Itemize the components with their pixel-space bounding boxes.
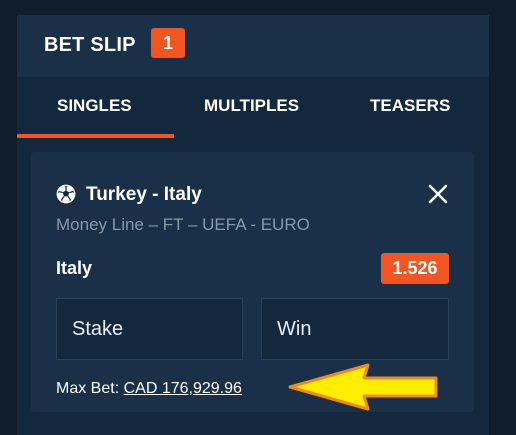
bet-type-tabs: SINGLES MULTIPLES TEASERS (17, 77, 489, 139)
stake-input[interactable] (56, 298, 243, 360)
active-tab-indicator (17, 134, 174, 138)
bet-slip-title: BET SLIP (44, 34, 136, 56)
selection-name: Italy (56, 258, 93, 278)
odds-badge: 1.526 (381, 253, 449, 284)
event-title: Turkey - Italy (86, 184, 202, 205)
market-description: Money Line – FT – UEFA - EURO (56, 215, 310, 234)
bet-slip-header: BET SLIP 1 (17, 15, 489, 77)
tab-multiples[interactable]: MULTIPLES (204, 96, 299, 116)
bet-count-badge: 1 (151, 28, 185, 58)
max-bet-row: Max Bet: CAD 176,929.96 (56, 380, 242, 398)
soccer-ball-icon (56, 184, 76, 204)
close-icon[interactable] (426, 182, 450, 206)
tab-teasers[interactable]: TEASERS (370, 96, 450, 116)
max-bet-label: Max Bet: (56, 380, 120, 397)
win-input[interactable] (261, 298, 449, 360)
tab-singles[interactable]: SINGLES (57, 96, 132, 116)
page: BET SLIP 1 SINGLES MULTIPLES TEASERS Tur… (0, 0, 516, 435)
annotation-arrow-icon (288, 363, 438, 411)
max-bet-value-link[interactable]: CAD 176,929.96 (124, 380, 242, 397)
